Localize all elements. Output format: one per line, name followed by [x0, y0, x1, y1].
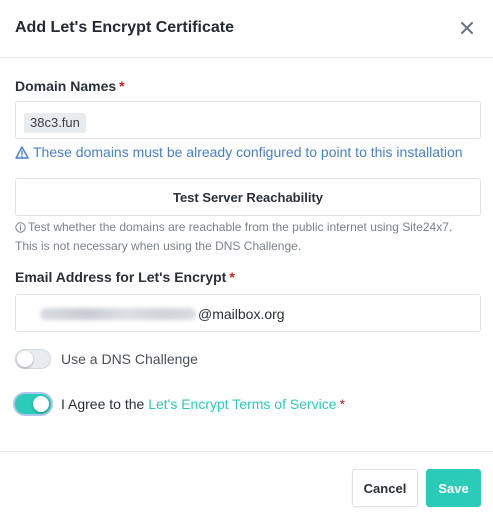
toggle-knob — [17, 351, 33, 367]
required-mark: * — [339, 396, 346, 412]
warning-triangle-icon — [15, 145, 29, 159]
cancel-button[interactable]: Cancel — [352, 469, 418, 507]
add-certificate-modal: Add Let's Encrypt Certificate Domain Nam… — [0, 0, 493, 517]
required-mark: * — [229, 269, 235, 285]
info-circle-icon — [15, 222, 26, 233]
domain-warning-text: These domains must be already configured… — [33, 144, 463, 160]
dns-challenge-row: Use a DNS Challenge — [15, 349, 198, 369]
save-button[interactable]: Save — [426, 469, 481, 507]
email-input[interactable]: @mailbox.org — [15, 294, 481, 332]
required-mark: * — [119, 78, 125, 94]
dns-challenge-toggle[interactable] — [15, 349, 51, 369]
test-note-line1: Test whether the domains are reachable f… — [28, 220, 453, 234]
email-value: @mailbox.org — [40, 304, 285, 324]
close-button[interactable] — [455, 15, 479, 41]
modal-title: Add Let's Encrypt Certificate — [15, 19, 234, 36]
test-note-line2: This is not necessary when using the DNS… — [15, 239, 302, 253]
domain-names-label: Domain Names * — [15, 78, 125, 94]
agree-tos-row: I Agree to the Let's Encrypt Terms of Se… — [15, 394, 345, 414]
toggle-knob — [33, 396, 49, 412]
test-note: Test whether the domains are reachable f… — [15, 218, 481, 256]
domain-tag[interactable]: 38c3.fun — [24, 113, 86, 133]
domain-warning: These domains must be already configured… — [15, 142, 463, 162]
terms-of-service-link[interactable]: Let's Encrypt Terms of Service — [148, 396, 336, 412]
agree-prefix: I Agree to the — [61, 396, 145, 412]
email-label: Email Address for Let's Encrypt * — [15, 269, 235, 285]
modal-header: Add Let's Encrypt Certificate — [0, 0, 493, 58]
dns-challenge-label: Use a DNS Challenge — [61, 351, 198, 367]
modal-footer: Cancel Save — [0, 451, 493, 517]
test-server-reachability-button[interactable]: Test Server Reachability — [15, 178, 481, 216]
email-label-text: Email Address for Let's Encrypt — [15, 269, 227, 285]
agree-tos-toggle[interactable] — [15, 394, 51, 414]
domain-names-label-text: Domain Names — [15, 78, 117, 94]
close-icon — [461, 22, 473, 34]
domain-names-input[interactable]: 38c3.fun — [15, 101, 481, 139]
blurred-email-local-part — [40, 308, 196, 320]
email-domain: @mailbox.org — [198, 306, 285, 322]
